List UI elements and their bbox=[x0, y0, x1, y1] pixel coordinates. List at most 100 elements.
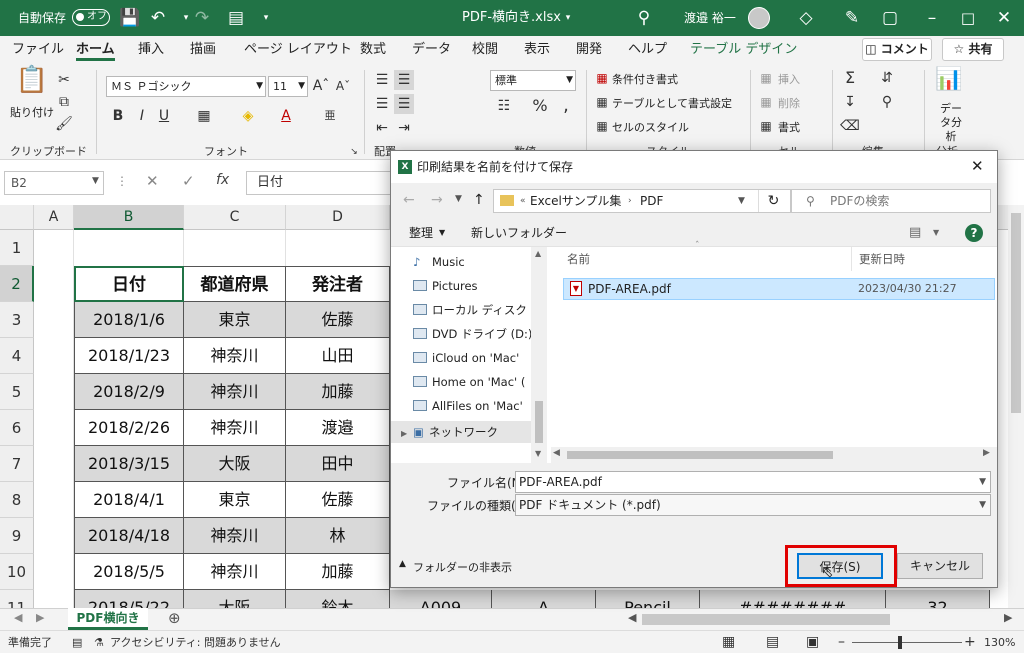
table-cell[interactable]: A bbox=[492, 590, 596, 608]
fill-icon[interactable]: ↧ bbox=[840, 92, 860, 112]
back-icon[interactable]: ← bbox=[403, 192, 415, 208]
title-dropdown-icon[interactable]: ▾ bbox=[554, 0, 582, 36]
table-cell[interactable]: 東京 bbox=[184, 482, 286, 518]
nav-item-icloud[interactable]: iCloud on 'Mac' bbox=[413, 347, 533, 369]
comment-button[interactable]: ◫ コメント bbox=[862, 38, 932, 61]
tab-review[interactable]: 校閲 bbox=[472, 36, 498, 64]
undo-icon[interactable]: ↶ bbox=[144, 0, 172, 36]
nav-item-dvd[interactable]: DVD ドライブ (D:) bbox=[413, 323, 533, 345]
table-cell[interactable]: 2018/2/9 bbox=[74, 374, 184, 410]
scroll-down-icon[interactable]: ▼ bbox=[535, 449, 541, 458]
hscroll-left-icon[interactable]: ◀ bbox=[628, 611, 636, 624]
currency-icon[interactable]: ☷ bbox=[494, 96, 514, 116]
clipboard-icon[interactable]: 📋 bbox=[14, 67, 50, 93]
cell-style-button[interactable]: セルのスタイル bbox=[612, 119, 689, 135]
table-cell[interactable]: 2018/4/1 bbox=[74, 482, 184, 518]
phonetic-icon[interactable]: 亜 bbox=[320, 106, 340, 126]
sum-icon[interactable]: Σ bbox=[840, 68, 860, 88]
minimize-icon[interactable]: – bbox=[918, 0, 946, 36]
dialog-close-icon[interactable]: ✕ bbox=[971, 157, 984, 175]
zoom-in-icon[interactable]: + bbox=[964, 631, 976, 653]
quick-access-icon[interactable]: ▤ bbox=[222, 0, 250, 36]
paste-label[interactable]: 貼り付け bbox=[10, 104, 54, 120]
zoom-level[interactable]: 130% bbox=[984, 631, 1015, 653]
table-cell[interactable]: 2018/2/26 bbox=[74, 410, 184, 446]
ribbon-display-icon[interactable]: ▢ bbox=[876, 0, 904, 36]
new-folder-button[interactable]: 新しいフォルダー bbox=[471, 219, 567, 247]
hide-folders-button[interactable]: フォルダーの非表示 bbox=[413, 559, 512, 575]
nav-item-allfiles[interactable]: AllFiles on 'Mac' bbox=[413, 395, 533, 417]
path-box[interactable]: « Excelサンプル集 › PDF ▼ ↻ bbox=[493, 189, 791, 213]
accessibility-icon[interactable]: ⚗ bbox=[94, 631, 104, 653]
vertical-scrollbar[interactable] bbox=[1008, 205, 1024, 608]
table-cell[interactable]: 神奈川 bbox=[184, 338, 286, 374]
autosave-toggle[interactable]: オフ bbox=[72, 9, 110, 26]
row-header[interactable]: 9 bbox=[0, 518, 34, 554]
tab-help[interactable]: ヘルプ bbox=[628, 36, 667, 64]
redo-icon[interactable]: ↷ bbox=[188, 0, 216, 36]
tab-insert[interactable]: 挿入 bbox=[138, 36, 164, 64]
italic-icon[interactable]: I bbox=[134, 106, 150, 126]
refresh-icon[interactable]: ↻ bbox=[758, 190, 788, 212]
tab-developer[interactable]: 開発 bbox=[576, 36, 602, 64]
underline-icon[interactable]: U bbox=[156, 106, 172, 126]
close-icon[interactable]: ✕ bbox=[990, 0, 1018, 36]
format-cells-icon[interactable]: ▦ bbox=[758, 116, 774, 136]
customize-qat-icon[interactable]: ▾ bbox=[252, 0, 280, 36]
align-middle-icon[interactable]: ☰ bbox=[394, 70, 414, 90]
table-cell[interactable]: A009 bbox=[390, 590, 492, 608]
row-header[interactable]: 8 bbox=[0, 482, 34, 518]
column-date-header[interactable]: 更新日時 bbox=[859, 251, 905, 267]
insert-cells-button[interactable]: 挿入 bbox=[778, 71, 800, 87]
name-box-dropdown-icon[interactable]: ▼ bbox=[92, 176, 99, 186]
table-cell[interactable]: 渡邉 bbox=[286, 410, 390, 446]
border-icon[interactable]: ▦ bbox=[194, 106, 214, 126]
table-cell[interactable]: Pencil bbox=[596, 590, 700, 608]
vertical-scroll-thumb[interactable] bbox=[1011, 213, 1021, 413]
chevron-down-icon[interactable]: ▼ bbox=[979, 472, 986, 492]
scroll-up-icon[interactable]: ▲ bbox=[535, 249, 541, 258]
scroll-right-icon[interactable]: ▶ bbox=[36, 611, 44, 624]
header-cell[interactable]: 都道府県 bbox=[184, 266, 286, 302]
zoom-out-icon[interactable]: – bbox=[838, 631, 845, 653]
sheet-tab-active[interactable]: PDF横向き bbox=[68, 608, 148, 630]
column-header-a[interactable]: A bbox=[34, 205, 74, 230]
pen-icon[interactable]: ✎ bbox=[838, 0, 866, 36]
macro-record-icon[interactable]: ▤ bbox=[72, 631, 82, 653]
zoom-slider[interactable] bbox=[852, 642, 962, 643]
conditional-format-icon[interactable]: ▦ bbox=[594, 68, 610, 88]
tab-table-design[interactable]: テーブル デザイン bbox=[690, 36, 797, 64]
sort-filter-icon[interactable]: ⇵ bbox=[876, 68, 898, 88]
normal-view-icon[interactable]: ▦ bbox=[722, 631, 735, 653]
row-header[interactable]: 6 bbox=[0, 410, 34, 446]
share-button[interactable]: ☆ 共有 bbox=[942, 38, 1004, 61]
scroll-left-icon[interactable]: ◀ bbox=[553, 448, 560, 458]
chevron-up-icon[interactable]: ▲ bbox=[399, 559, 406, 569]
row-header[interactable]: 5 bbox=[0, 374, 34, 410]
nav-item-home[interactable]: Home on 'Mac' ( bbox=[413, 371, 533, 393]
column-header-b[interactable]: B bbox=[74, 205, 184, 230]
breadcrumb-pdf[interactable]: PDF bbox=[640, 190, 663, 212]
data-analysis-button[interactable]: データ分析 bbox=[936, 102, 966, 144]
nav-item-music[interactable]: ♪ Music bbox=[413, 251, 533, 273]
tab-home[interactable]: ホーム bbox=[76, 36, 115, 64]
table-cell[interactable]: 東京 bbox=[184, 302, 286, 338]
insert-cells-icon[interactable]: ▦ bbox=[758, 68, 774, 88]
table-cell[interactable]: 2018/4/18 bbox=[74, 518, 184, 554]
header-cell[interactable]: 日付 bbox=[74, 266, 184, 302]
nav-item-network[interactable]: ▶ ▣ ネットワーク bbox=[391, 421, 531, 443]
shrink-font-icon[interactable]: Aˇ bbox=[334, 76, 352, 96]
table-cell[interactable]: 鈴木 bbox=[286, 590, 390, 608]
copy-icon[interactable]: ⧉ bbox=[54, 92, 74, 112]
up-icon[interactable]: ↑ bbox=[473, 192, 485, 208]
table-cell[interactable]: 神奈川 bbox=[184, 554, 286, 590]
conditional-format-button[interactable]: 条件付き書式 bbox=[612, 71, 678, 87]
table-cell[interactable]: 2018/3/15 bbox=[74, 446, 184, 482]
accessibility-status[interactable]: アクセシビリティ: 問題ありません bbox=[110, 631, 281, 653]
data-analysis-icon[interactable]: 📊 bbox=[934, 69, 964, 91]
table-cell[interactable]: 佐藤 bbox=[286, 302, 390, 338]
font-size-select[interactable]: 11 ▼ bbox=[268, 76, 308, 97]
nav-scroll-thumb[interactable] bbox=[535, 401, 543, 443]
cancel-entry-icon[interactable]: ✕ bbox=[146, 172, 159, 190]
cut-icon[interactable]: ✂ bbox=[54, 70, 74, 90]
